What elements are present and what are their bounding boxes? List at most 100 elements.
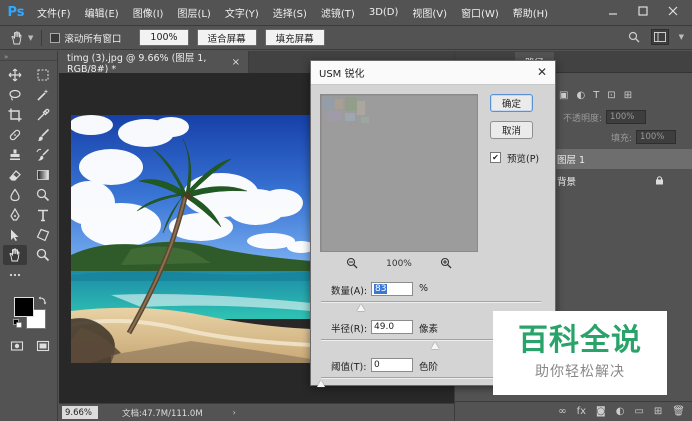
tools-panel-grip[interactable]: » [0,51,57,61]
amount-slider-track[interactable] [321,301,541,303]
path-selection-tool-icon[interactable] [3,225,27,245]
filter-preview[interactable] [320,94,478,252]
workspace-icon[interactable] [650,29,669,45]
svg-text:»: » [4,53,8,61]
healing-brush-tool-icon[interactable] [3,125,27,145]
move-tool-icon[interactable] [3,65,27,85]
blur-tool-icon[interactable] [3,185,27,205]
close-icon[interactable]: ✕ [537,65,547,79]
screen-mode-icon[interactable] [31,336,55,356]
link-layers-icon[interactable]: ∞ [558,406,566,417]
filter-pixel-icon[interactable]: ▣ [559,90,568,101]
zoom-level-field[interactable]: 9.66% [62,406,98,419]
chevron-down-icon[interactable]: ▼ [28,34,33,42]
type-tool-icon[interactable] [31,205,55,225]
preview-zoom-level: 100% [386,259,412,269]
watermark-subtitle: 助你轻松解决 [535,363,625,380]
brush-tool-icon[interactable] [31,125,55,145]
opacity-field[interactable]: 100% [606,110,647,124]
document-tab[interactable]: timg (3).jpg @ 9.66% (图层 1, RGB/8#) * × [59,51,249,75]
threshold-input[interactable]: 0 [371,358,413,372]
filter-smart-icon[interactable]: ⊞ [624,90,632,101]
menu-layer[interactable]: 图层(L) [177,5,210,20]
menu-3d[interactable]: 3D(D) [369,7,399,18]
lasso-tool-icon[interactable] [3,85,27,105]
dodge-tool-icon[interactable] [31,185,55,205]
add-mask-icon[interactable]: ◙ [596,406,606,417]
preview-zoom-row: 100% [320,256,478,272]
fit-screen-button[interactable]: 适合屏幕 [196,29,257,46]
new-group-icon[interactable]: ▭ [634,406,643,417]
eraser-tool-icon[interactable] [3,165,27,185]
amount-input[interactable]: 83 [371,282,413,296]
default-colors-icon[interactable] [13,319,23,329]
foreground-color-swatch[interactable] [14,297,34,317]
scroll-all-windows-checkbox[interactable] [50,32,61,43]
color-swatches [13,295,50,331]
layer-name: 背景 [557,177,577,188]
zoom-tool-icon[interactable] [31,245,55,265]
tools-panel: » [0,51,58,421]
adjustment-layer-icon[interactable]: ◐ [616,406,625,417]
filter-type-icon[interactable]: T [593,90,599,101]
layer-style-icon[interactable]: fx [577,406,586,417]
crop-tool-icon[interactable] [3,105,27,125]
quick-mask-icon[interactable] [5,336,29,356]
fill-field[interactable]: 100% [636,130,677,144]
menu-select[interactable]: 选择(S) [273,5,307,20]
threshold-slider-thumb[interactable] [317,380,325,387]
minimize-icon[interactable] [600,0,626,22]
swap-colors-icon[interactable] [38,295,48,305]
fill-screen-button[interactable]: 填充屏幕 [264,29,325,46]
menu-help[interactable]: 帮助(H) [513,5,548,20]
search-icon[interactable] [625,29,643,45]
marquee-tool-icon[interactable] [31,65,55,85]
beach-photo-canvas[interactable] [71,115,311,363]
threshold-unit: 色阶 [419,362,439,373]
close-window-icon[interactable] [660,0,686,22]
document-size-text: 文档:47.7M/111.0M [122,408,203,419]
radius-input[interactable]: 49.0 [371,320,413,334]
history-brush-tool-icon[interactable] [31,145,55,165]
amount-unit: % [419,283,429,294]
clone-stamp-tool-icon[interactable] [3,145,27,165]
new-layer-icon[interactable]: ⊞ [654,406,662,417]
check-icon: ✔ [492,153,499,162]
more-tools-icon[interactable] [3,265,27,285]
radius-slider-thumb[interactable] [431,342,440,349]
maximize-icon[interactable] [630,0,656,22]
magic-wand-tool-icon[interactable] [31,85,55,105]
menu-type[interactable]: 文字(Y) [225,5,259,20]
hand-tool-preset-icon[interactable] [8,29,26,47]
amount-label: 数量(A): [331,286,368,297]
zoom-in-icon[interactable] [440,257,452,272]
menu-window[interactable]: 窗口(W) [461,5,499,20]
hand-tool-icon[interactable] [3,245,27,265]
menu-file[interactable]: 文件(F) [37,5,71,20]
menu-view[interactable]: 视图(V) [412,5,447,20]
menu-filter[interactable]: 滤镜(T) [321,5,355,20]
amount-slider-thumb[interactable] [356,304,365,311]
close-tab-icon[interactable]: × [232,57,240,68]
threshold-label: 阈值(T): [331,362,367,373]
filter-shape-icon[interactable]: ⊡ [607,90,615,101]
fill-label: 填充: [611,133,633,144]
watermark: 百科全说 助你轻松解决 [493,311,667,395]
chevron-right-icon[interactable]: › [233,408,236,417]
shape-tool-icon[interactable] [31,225,55,245]
pen-tool-icon[interactable] [3,205,27,225]
layers-panel-footer: ∞ fx ◙ ◐ ▭ ⊞ 🗑 [455,401,692,421]
cancel-button[interactable]: 取消 [490,121,533,139]
ok-button[interactable]: 确定 [490,94,533,112]
delete-layer-icon[interactable]: 🗑 [672,406,685,417]
zoom-out-icon[interactable] [346,257,358,272]
menu-edit[interactable]: 编辑(E) [85,5,119,20]
filter-adjustment-icon[interactable]: ◐ [576,90,585,101]
workspace-chevron-icon[interactable]: ▼ [679,33,684,41]
preview-checkbox[interactable]: ✔ [490,152,501,163]
zoom-100-button[interactable]: 100% [139,29,189,46]
menu-image[interactable]: 图像(I) [133,5,164,20]
eyedropper-tool-icon[interactable] [31,105,55,125]
gradient-tool-icon[interactable] [31,165,55,185]
photoshop-logo: Ps [7,5,25,20]
